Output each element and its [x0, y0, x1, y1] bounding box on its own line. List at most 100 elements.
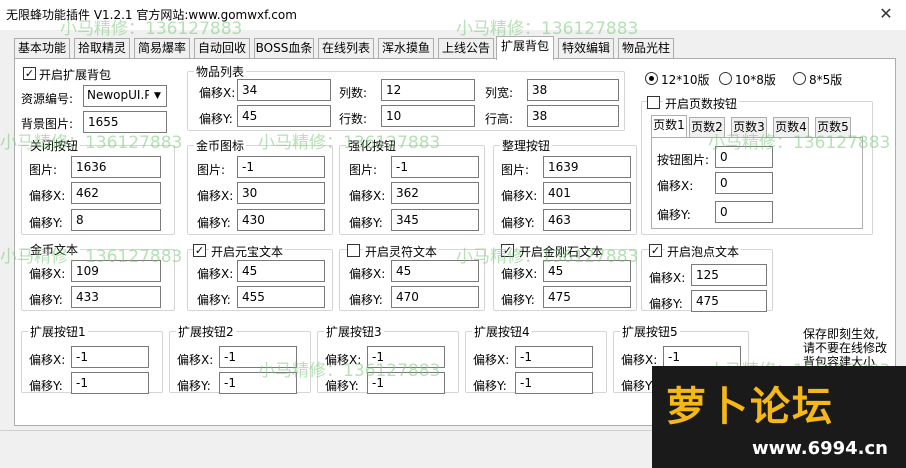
yuanbao-x-input[interactable]	[237, 260, 325, 282]
gold-img-label: 图片:	[197, 163, 226, 177]
diamond-text-checkbox[interactable]: ✓	[501, 244, 514, 257]
yuanbao-y-input[interactable]	[237, 286, 325, 308]
ext2-y-input[interactable]	[219, 372, 297, 394]
tab-boss-hp[interactable]: BOSS血条	[254, 38, 314, 58]
ext3-x-input[interactable]	[367, 346, 445, 368]
page-x-input[interactable]	[715, 172, 773, 194]
enhance-button-title: 强化按钮	[346, 137, 399, 154]
gold-icon-title: 金币图标	[194, 137, 247, 154]
close-img-input[interactable]	[71, 156, 161, 178]
ext1-y-input[interactable]	[71, 372, 149, 394]
gold-text-title: 金币文本	[28, 241, 81, 258]
close-button[interactable]: ✕	[874, 4, 898, 24]
enhance-x-label: 偏移X:	[349, 189, 386, 203]
paodian-x-input[interactable]	[691, 264, 767, 286]
enable-ext-bag-checkbox[interactable]: ✓	[23, 67, 36, 80]
tab-item-beam[interactable]: 物品光柱	[618, 38, 674, 58]
ext4-y-label: 偏移Y:	[473, 379, 507, 393]
enhance-x-input[interactable]	[391, 182, 479, 204]
page-x-label: 偏移X:	[657, 179, 694, 193]
layout-10x8-radio[interactable]	[719, 72, 732, 85]
save-note-line-2: 请不要在线修改	[803, 341, 888, 355]
diamond-x-input[interactable]	[543, 260, 631, 282]
page-tab-4[interactable]: 页数4	[773, 117, 809, 137]
ext5-x-input[interactable]	[663, 346, 741, 368]
ext4-x-label: 偏移X:	[473, 353, 510, 367]
page-tab-3[interactable]: 页数3	[731, 117, 767, 137]
diamond-text-label: 开启金刚石文本	[517, 243, 606, 260]
paodian-y-input[interactable]	[691, 290, 767, 312]
paodian-text-checkbox[interactable]: ✓	[649, 244, 662, 257]
ext2-x-input[interactable]	[219, 346, 297, 368]
col-width-input[interactable]	[527, 79, 619, 101]
sort-x-input[interactable]	[543, 182, 631, 204]
sort-img-input[interactable]	[543, 156, 631, 178]
tab-basic[interactable]: 基本功能	[14, 38, 70, 58]
item-list-title: 物品列表	[194, 63, 247, 80]
tab-effects[interactable]: 特效编辑	[558, 38, 614, 58]
ext3-x-label: 偏移X:	[325, 353, 362, 367]
bg-image-label: 背景图片:	[21, 117, 74, 131]
gold-text-y-input[interactable]	[71, 286, 161, 308]
tab-recycle[interactable]: 自动回收	[194, 38, 250, 58]
page-y-input[interactable]	[715, 201, 773, 223]
ext3-y-input[interactable]	[367, 372, 445, 394]
yuanbao-x-label: 偏移X:	[197, 267, 234, 281]
close-y-input[interactable]	[71, 209, 161, 231]
sort-y-input[interactable]	[543, 209, 631, 231]
enhance-img-input[interactable]	[391, 156, 479, 178]
item-offset-y-input[interactable]	[237, 105, 331, 127]
lingfu-text-label: 开启灵符文本	[363, 243, 440, 260]
enable-page-button-checkbox[interactable]	[647, 96, 660, 109]
gold-text-x-input[interactable]	[71, 260, 161, 282]
forum-logo: 萝卜论坛 www.6994.cn	[652, 366, 906, 468]
layout-8x5-radio[interactable]	[793, 72, 806, 85]
gold-y-input[interactable]	[237, 209, 325, 231]
resource-label: 资源编号:	[21, 92, 74, 106]
gold-x-input[interactable]	[237, 182, 325, 204]
ext4-x-input[interactable]	[515, 346, 593, 368]
rows-input[interactable]	[381, 105, 475, 127]
ext3-y-label: 偏移Y:	[325, 379, 359, 393]
tab-droprate[interactable]: 简易爆率	[134, 38, 190, 58]
page-tab-2[interactable]: 页数2	[689, 117, 725, 137]
tab-ext-bag[interactable]: 扩展背包	[496, 36, 554, 60]
lingfu-x-input[interactable]	[391, 260, 479, 282]
ext1-x-input[interactable]	[71, 346, 149, 368]
bg-image-input[interactable]	[83, 111, 167, 133]
ext5-y-label: 偏移Y:	[621, 379, 655, 393]
tab-fishing[interactable]: 浑水摸鱼	[378, 38, 434, 58]
paodian-y-label: 偏移Y:	[649, 297, 683, 311]
tab-online-list[interactable]: 在线列表	[318, 38, 374, 58]
tab-pickup[interactable]: 拾取精灵	[74, 38, 130, 58]
enhance-y-input[interactable]	[391, 209, 479, 231]
lingfu-y-input[interactable]	[391, 286, 479, 308]
cols-input[interactable]	[381, 79, 475, 101]
yuanbao-text-checkbox[interactable]: ✓	[193, 244, 206, 257]
close-x-input[interactable]	[71, 182, 161, 204]
diamond-x-label: 偏移X:	[501, 267, 538, 281]
chevron-down-icon[interactable]: ▼	[149, 86, 166, 106]
ext4-y-input[interactable]	[515, 372, 593, 394]
tab-login-notice[interactable]: 上线公告	[438, 38, 494, 58]
enable-page-button-label: 开启页数按钮	[663, 95, 740, 112]
page-tab-5[interactable]: 页数5	[815, 117, 851, 137]
item-offset-x-input[interactable]	[237, 79, 331, 101]
row-height-input[interactable]	[527, 105, 619, 127]
resource-select[interactable]: NewopUI.Pak ▼	[83, 85, 167, 107]
gold-img-input[interactable]	[237, 156, 325, 178]
save-note-line-1: 保存即刻生效,	[803, 327, 879, 341]
rows-label: 行数:	[339, 112, 368, 126]
enhance-y-label: 偏移Y:	[349, 216, 383, 230]
lingfu-text-checkbox[interactable]	[347, 244, 360, 257]
layout-12x10-radio[interactable]	[645, 72, 658, 85]
diamond-y-input[interactable]	[543, 286, 631, 308]
close-y-label: 偏移Y:	[29, 216, 63, 230]
lingfu-y-label: 偏移Y:	[349, 293, 383, 307]
page-tab-1[interactable]: 页数1	[651, 115, 687, 137]
paodian-x-label: 偏移X:	[649, 271, 686, 285]
sort-y-label: 偏移Y:	[501, 216, 535, 230]
page-img-input[interactable]	[715, 146, 773, 168]
logo-url: www.6994.cn	[752, 438, 888, 459]
col-width-label: 列宽:	[485, 86, 514, 100]
